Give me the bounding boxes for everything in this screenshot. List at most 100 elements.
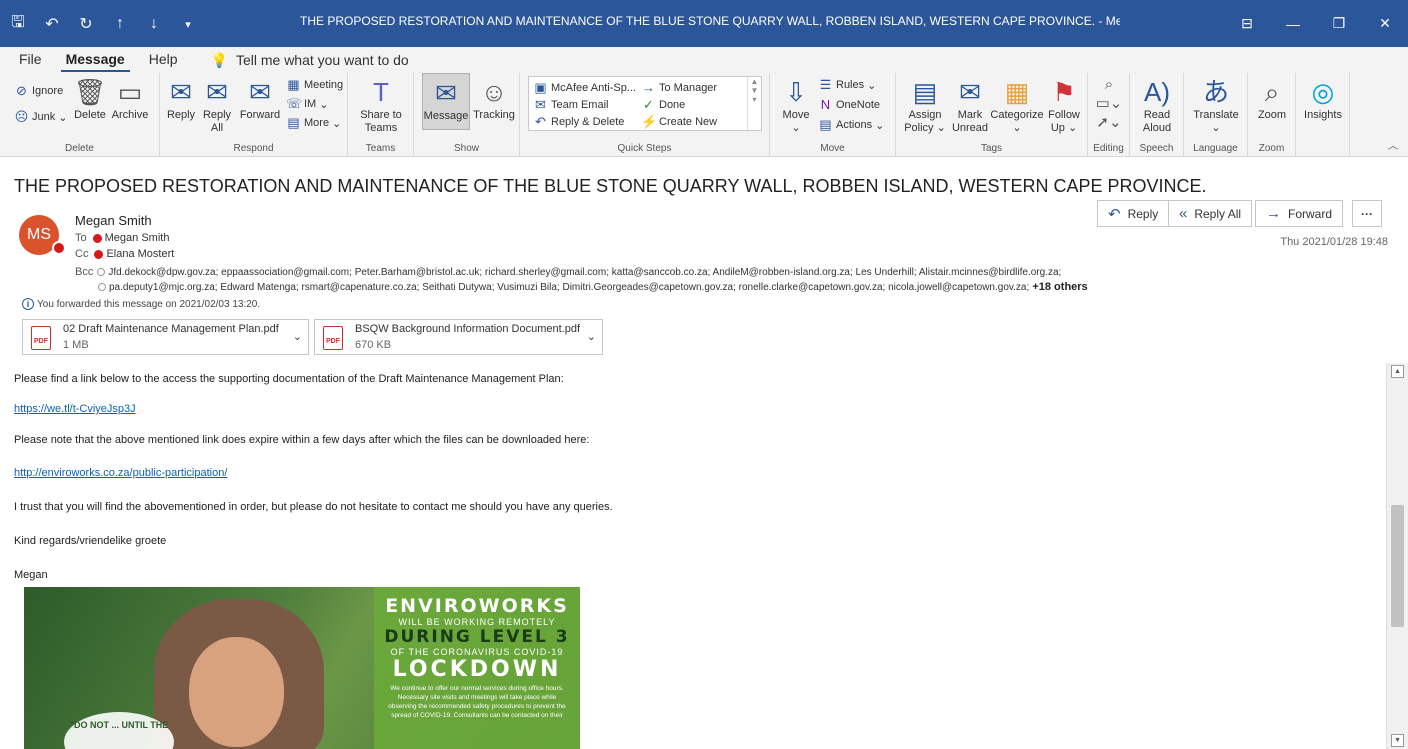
collapse-ribbon-icon[interactable]: ︿	[1388, 137, 1398, 152]
mark-unread-button[interactable]: ✉ Mark Unread	[950, 77, 990, 135]
tracking-icon: ☺	[480, 77, 508, 107]
ribbon-display-options-icon[interactable]: ⊟	[1224, 15, 1270, 32]
group-insights: ◎ Insights	[1296, 73, 1350, 157]
envelope-icon: ✉	[959, 77, 981, 107]
move-button[interactable]: ⇩ Move ⌄	[776, 77, 816, 135]
more-respond-button[interactable]: ▤ More ⌄	[286, 115, 341, 131]
bcc-more-link[interactable]: +18 others	[1032, 281, 1087, 293]
maximize-button[interactable]: ❐	[1316, 15, 1362, 32]
presence-dot-icon	[92, 233, 102, 243]
more-actions-button[interactable]: ···	[1352, 200, 1382, 227]
meeting-button[interactable]: ▦ Meeting	[286, 77, 343, 93]
tab-help[interactable]: Help	[144, 48, 183, 72]
zoom-button[interactable]: ⌕ Zoom	[1252, 77, 1292, 122]
reply-icon: ↶	[1108, 205, 1121, 223]
scroll-down-button[interactable]: ▼	[1391, 734, 1404, 747]
chevron-down-icon[interactable]: ⌄	[293, 330, 302, 343]
policy-icon: ▤	[912, 77, 938, 107]
group-label-delete: Delete	[65, 143, 94, 154]
group-label-teams: Teams	[365, 143, 396, 154]
select-icon[interactable]: ➚⌄	[1092, 113, 1126, 132]
categorize-button[interactable]: ▦ Categorize ⌄	[990, 77, 1044, 135]
close-button[interactable]: ✕	[1362, 15, 1408, 32]
reply-action-button[interactable]: ↶ Reply	[1097, 200, 1170, 227]
to-recipient[interactable]: Megan Smith	[105, 232, 170, 244]
share-to-teams-button[interactable]: T Share to Teams	[352, 77, 410, 135]
save-icon[interactable]: 🖫	[8, 11, 28, 38]
attachment-1[interactable]: PDF 02 Draft Maintenance Management Plan…	[22, 319, 309, 355]
reply-icon: ↶	[535, 114, 546, 129]
translate-button[interactable]: あ Translate ⌄	[1188, 77, 1244, 135]
sender-name[interactable]: Megan Smith	[75, 213, 152, 228]
window-controls: ⊟ — ❐ ✕	[1224, 0, 1408, 47]
quickstep-to-manager[interactable]: → To Manager	[641, 80, 717, 95]
scroll-up-button[interactable]: ▲	[1391, 365, 1404, 378]
forward-action-button[interactable]: → Forward	[1255, 200, 1344, 227]
minimize-button[interactable]: —	[1270, 16, 1316, 32]
previous-item-icon[interactable]: ↑	[110, 15, 130, 33]
forward-button[interactable]: ✉ Forward	[238, 77, 282, 122]
delete-button[interactable]: 🗑 Delete	[72, 77, 108, 122]
group-show: ✉ Message ☺ Tracking Show	[414, 73, 520, 157]
quickstep-done[interactable]: ✓ Done	[641, 97, 685, 113]
group-label-move: Move	[820, 143, 845, 154]
scroll-thumb[interactable]	[1391, 505, 1404, 627]
tracking-button[interactable]: ☺ Tracking	[472, 77, 516, 122]
flag-icon: ⚑	[1052, 77, 1076, 107]
assign-policy-button[interactable]: ▤ Assign Policy ⌄	[900, 77, 950, 135]
quick-steps-scroll[interactable]: ▲ ▼ ▾	[747, 77, 761, 132]
quickstep-mcafee[interactable]: ▣ McAfee Anti-Sp...	[533, 80, 636, 96]
redo-icon[interactable]: ↻	[76, 14, 96, 34]
attachment-2[interactable]: PDF BSQW Background Information Document…	[314, 319, 603, 355]
insights-button[interactable]: ◎ Insights	[1300, 77, 1346, 122]
im-icon: ☏	[286, 96, 303, 111]
ignore-button[interactable]: ⊘ Ignore	[14, 83, 63, 99]
find-icon[interactable]: ⌕	[1092, 75, 1126, 94]
wetransfer-link[interactable]: https://we.tl/t-CviyeJsp3J	[14, 403, 136, 415]
quickstep-team-email[interactable]: ✉ Team Email	[533, 97, 608, 113]
envelope-icon: ✉	[535, 97, 546, 112]
body-paragraph: I trust that you will find the abovement…	[14, 501, 613, 513]
reply-button[interactable]: ✉ Reply	[166, 77, 196, 122]
follow-up-button[interactable]: ⚑ Follow Up ⌄	[1044, 77, 1084, 135]
quickstep-reply-delete[interactable]: ↶ Reply & Delete	[533, 114, 624, 130]
tab-file[interactable]: File	[14, 48, 47, 72]
calendar-icon: ▦	[287, 77, 300, 92]
related-icon[interactable]: ▭⌄	[1092, 94, 1126, 113]
actions-button[interactable]: ▤ Actions ⌄	[818, 117, 884, 133]
reply-all-button[interactable]: ✉ Reply All	[200, 77, 234, 135]
ribbon-tabs: File Message Help 💡 Tell me what you wan…	[0, 47, 1408, 73]
junk-icon: ☹	[14, 109, 29, 124]
info-icon: i	[22, 298, 34, 310]
message-header: THE PROPOSED RESTORATION AND MAINTENANCE…	[0, 158, 1408, 363]
rules-button[interactable]: ☰ Rules ⌄	[818, 77, 877, 93]
presence-status-icon	[52, 241, 66, 255]
onenote-button[interactable]: N OneNote	[818, 97, 880, 112]
customize-toolbar-icon[interactable]: ▾	[178, 18, 198, 31]
read-aloud-button[interactable]: A) Read Aloud	[1136, 77, 1178, 135]
chevron-down-icon[interactable]: ⌄	[587, 330, 596, 343]
bcc-line: Bcc Jfd.dekock@dpw.gov.za; eppaassociatio…	[75, 266, 1062, 278]
group-label-editing: Editing	[1093, 143, 1124, 154]
translate-icon: あ	[1202, 77, 1229, 107]
message-view-button[interactable]: ✉ Message	[422, 73, 470, 130]
quickstep-create-new[interactable]: ⚡ Create New	[641, 114, 717, 130]
next-item-icon[interactable]: ↓	[144, 15, 164, 33]
tell-me-search[interactable]: 💡 Tell me what you want to do	[211, 52, 409, 69]
editing-buttons[interactable]: ⌕ ▭⌄ ➚⌄	[1092, 75, 1126, 132]
signature-name: Megan	[14, 569, 48, 581]
cc-recipient[interactable]: Elana Mostert	[106, 248, 174, 260]
body-paragraph: Please find a link below to the access t…	[14, 373, 564, 385]
tab-message[interactable]: Message	[60, 48, 130, 72]
bcc-recipients-2[interactable]: pa.deputy1@mjc.org.za; Edward Matenga; r…	[109, 282, 1029, 293]
onenote-icon: N	[820, 97, 831, 112]
im-button[interactable]: ☏ IM ⌄	[286, 96, 328, 112]
undo-icon[interactable]: ↶	[42, 14, 62, 34]
read-aloud-icon: A)	[1144, 77, 1170, 107]
junk-button[interactable]: ☹ Junk ⌄	[14, 109, 68, 125]
reply-all-action-button[interactable]: «Reply All	[1168, 200, 1253, 227]
vertical-scrollbar[interactable]: ▲ ▼	[1386, 363, 1408, 749]
bcc-recipients-1[interactable]: Jfd.dekock@dpw.gov.za; eppaassociation@g…	[108, 267, 1061, 278]
archive-button[interactable]: ▭ Archive	[108, 77, 152, 122]
enviroworks-link[interactable]: http://enviroworks.co.za/public-particip…	[14, 467, 227, 479]
